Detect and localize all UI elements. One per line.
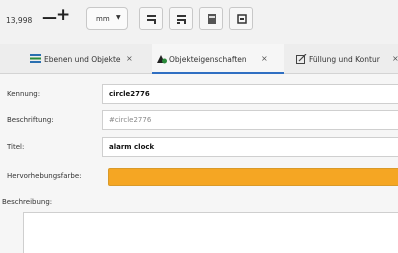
tab-label: Objekteigenschaften bbox=[169, 55, 247, 64]
title-label: Titel: bbox=[7, 143, 25, 151]
tab-fill-stroke[interactable]: Füllung und Kontur × bbox=[292, 44, 398, 74]
id-value: circle2776 bbox=[109, 90, 150, 98]
tab-label: Füllung und Kontur bbox=[309, 55, 380, 64]
numeric-input[interactable]: 13,998 bbox=[6, 16, 32, 25]
decrement-button[interactable]: — bbox=[42, 10, 57, 25]
object-properties-icon bbox=[157, 55, 167, 64]
close-icon[interactable]: × bbox=[392, 54, 398, 63]
id-label: Kennung: bbox=[7, 90, 41, 98]
align-left-button[interactable] bbox=[139, 7, 163, 30]
frame-icon bbox=[237, 14, 247, 24]
close-icon[interactable]: × bbox=[126, 54, 133, 63]
description-textarea[interactable] bbox=[23, 212, 398, 253]
close-icon[interactable]: × bbox=[261, 54, 268, 63]
title-field[interactable]: alarm clock bbox=[102, 137, 398, 157]
fill-stroke-icon bbox=[296, 54, 307, 64]
frame-button[interactable] bbox=[229, 7, 253, 30]
toolbar: 13,998 — + mm ▼ bbox=[0, 0, 398, 44]
chevron-down-icon: ▼ bbox=[116, 14, 121, 21]
unit-value: mm bbox=[96, 15, 110, 23]
increment-button[interactable]: + bbox=[56, 7, 70, 24]
page-icon bbox=[208, 14, 216, 24]
tab-layers-objects[interactable]: Ebenen und Objekte × bbox=[0, 44, 148, 74]
align-left-icon bbox=[147, 15, 156, 24]
description-label: Beschreibung: bbox=[2, 198, 53, 206]
page-button[interactable] bbox=[199, 7, 223, 30]
panel-tabs: Ebenen und Objekte × Objekteigenschaften… bbox=[0, 44, 398, 74]
object-properties-form: Kennung: circle2776 Beschriftung: #circl… bbox=[0, 74, 398, 253]
label-label: Beschriftung: bbox=[7, 116, 54, 124]
label-placeholder: #circle2776 bbox=[109, 116, 152, 124]
unit-select[interactable]: mm ▼ bbox=[86, 7, 128, 30]
align-right-button[interactable] bbox=[169, 7, 193, 30]
align-right-icon bbox=[177, 15, 186, 24]
title-value: alarm clock bbox=[109, 143, 155, 151]
tab-label: Ebenen und Objekte bbox=[44, 55, 121, 64]
label-field[interactable]: #circle2776 bbox=[102, 110, 398, 130]
highlight-color-button[interactable] bbox=[108, 168, 398, 186]
highlight-color-label: Hervorhebungsfarbe: bbox=[7, 172, 82, 180]
tab-object-properties[interactable]: Objekteigenschaften × bbox=[152, 44, 284, 74]
id-field[interactable]: circle2776 bbox=[102, 84, 398, 104]
layers-icon bbox=[30, 54, 41, 63]
